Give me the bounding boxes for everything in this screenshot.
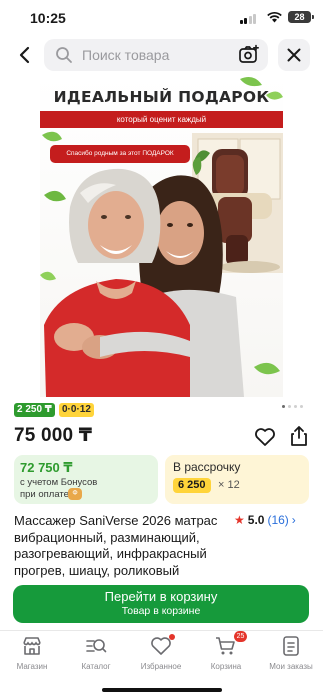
heart-icon xyxy=(150,634,175,657)
bottom-tab-bar: Магазин Каталог Избранное 25 Корзина Мои… xyxy=(0,630,323,680)
tab-favorites[interactable]: Избранное xyxy=(129,634,193,671)
installment-monthly: 6 250 xyxy=(173,478,211,493)
image-strip: который оценит каждый xyxy=(40,111,283,128)
review-count: (16) xyxy=(267,513,289,527)
cart-button-label: Перейти в корзину xyxy=(104,589,218,604)
wifi-icon xyxy=(267,11,282,23)
search-bar[interactable] xyxy=(44,39,268,71)
installment-card[interactable]: В рассрочку 6 250 × 12 xyxy=(165,455,309,504)
rating-value: 5.0 xyxy=(247,513,265,527)
go-to-cart-button[interactable]: Перейти в корзину Товар в корзине xyxy=(13,585,309,623)
tab-label: Избранное xyxy=(140,662,182,671)
status-bar: 10:25 28 xyxy=(0,0,323,36)
image-bubble: Спасибо родным за этот ПОДАРОК xyxy=(50,145,190,163)
pagination-dot xyxy=(288,405,291,408)
back-button[interactable] xyxy=(12,40,38,70)
image-pagination-dots xyxy=(282,405,303,408)
home-indicator xyxy=(102,688,222,692)
bonus-coin-icon: Ф xyxy=(68,488,82,500)
search-icon xyxy=(56,47,72,63)
close-icon xyxy=(287,48,301,62)
pagination-dot xyxy=(300,405,303,408)
shop-icon xyxy=(23,637,41,655)
tab-label: Магазин xyxy=(16,662,48,671)
signal-icon xyxy=(239,14,256,24)
pagination-dot xyxy=(294,405,297,408)
installment-badge: 0·0·12 xyxy=(59,403,94,417)
clock: 10:25 xyxy=(30,10,66,26)
tab-orders[interactable]: Мои заказы xyxy=(259,635,323,671)
chevron-right-icon: › xyxy=(291,513,296,527)
bonus-price: 72 750 ₸ xyxy=(20,460,73,475)
close-button[interactable] xyxy=(278,39,310,71)
notification-dot xyxy=(169,634,175,640)
cart-count-badge: 25 xyxy=(234,631,247,642)
tab-catalog[interactable]: Каталог xyxy=(64,635,128,671)
search-input[interactable] xyxy=(82,45,232,65)
orders-icon xyxy=(283,636,299,656)
pagination-dot-active xyxy=(282,405,285,408)
product-title: Массажер SaniVerse 2026 матрас вибрацион… xyxy=(14,513,218,578)
tab-cart[interactable]: 25 Корзина xyxy=(194,631,258,671)
product-price: 75 000 ₸ xyxy=(14,425,93,446)
catalog-icon xyxy=(86,639,107,653)
favorite-heart-icon[interactable] xyxy=(254,427,276,447)
tab-label: Каталог xyxy=(81,662,111,671)
cart-icon: 25 xyxy=(215,631,247,657)
battery-icon: 28 xyxy=(288,11,314,23)
star-icon: ★ xyxy=(234,513,245,527)
camera-search-icon[interactable] xyxy=(238,44,260,66)
image-headline: ИДЕАЛЬНЫЙ ПОДАРОК xyxy=(53,88,270,106)
bonus-badge: 2 250 ₸ xyxy=(14,403,55,417)
tab-label: Корзина xyxy=(210,662,242,671)
installment-title: В рассрочку xyxy=(173,460,241,474)
tab-label: Мои заказы xyxy=(269,662,313,671)
bonus-caption-line2: при оплате xyxy=(20,489,69,500)
bonus-caption-line1: с учетом Бонусов xyxy=(20,477,98,488)
installment-multiplier: × 12 xyxy=(218,479,240,491)
product-image[interactable]: ИДЕАЛЬНЫЙ ПОДАРОК который оценит каждый … xyxy=(40,75,283,397)
bonus-price-card[interactable]: 72 750 ₸ с учетом Бонусов при оплате Ф xyxy=(14,455,158,504)
cart-button-sublabel: Товар в корзине xyxy=(121,605,201,617)
rating-link[interactable]: ★ 5.0 (16) › xyxy=(234,513,296,527)
share-icon[interactable] xyxy=(289,425,309,447)
tab-shop[interactable]: Магазин xyxy=(0,635,64,671)
